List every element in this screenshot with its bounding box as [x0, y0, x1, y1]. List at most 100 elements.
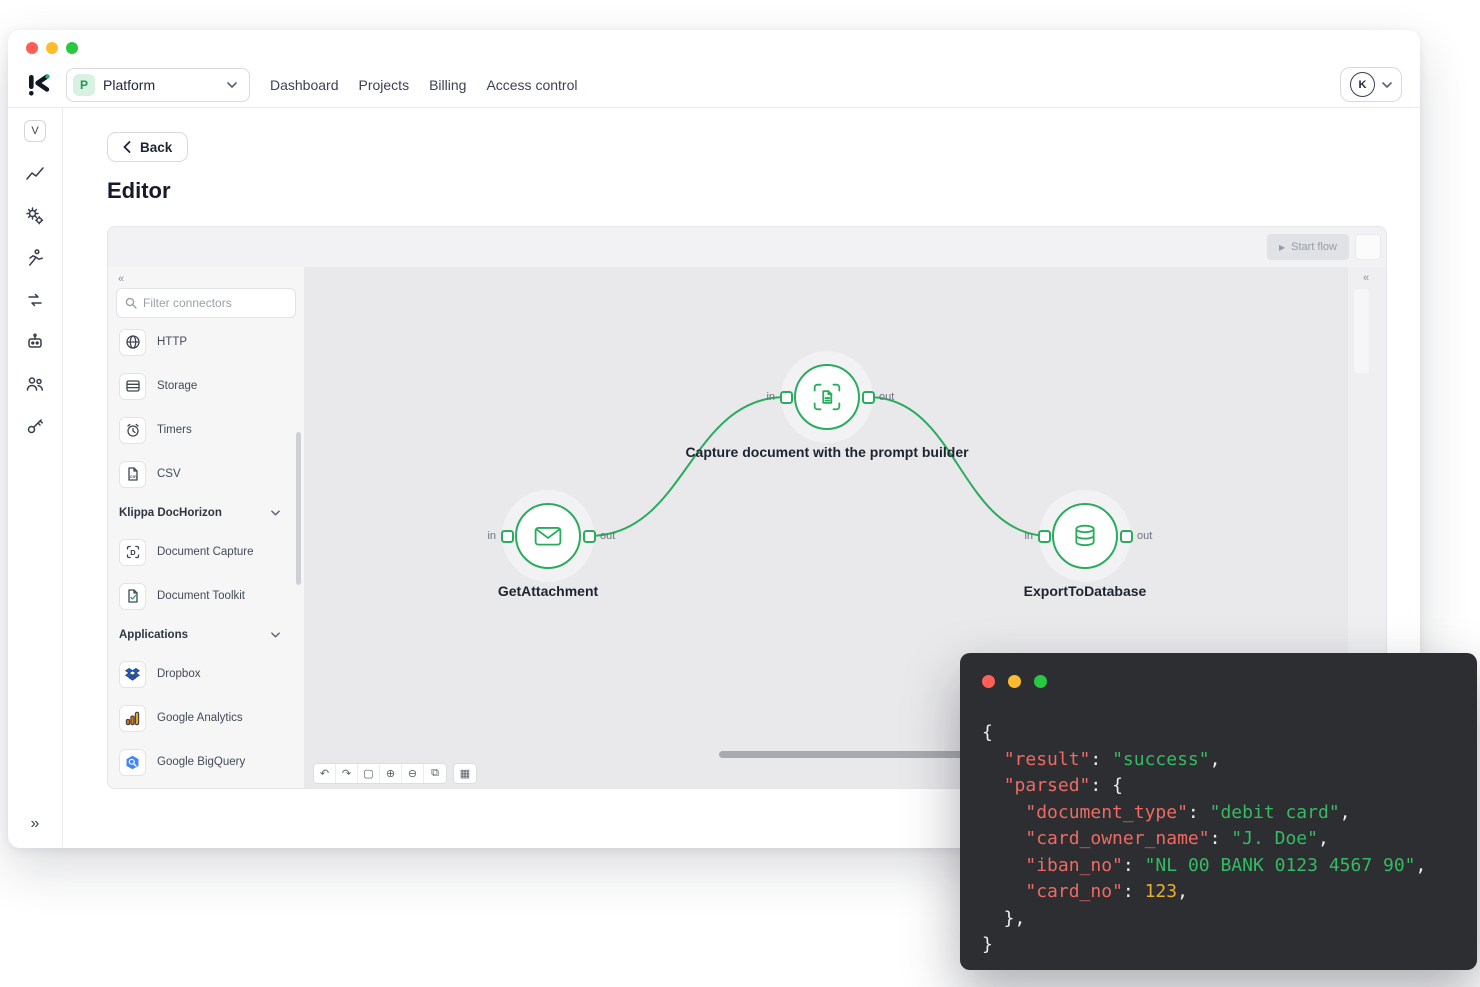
server-icon	[119, 373, 146, 400]
robot-icon[interactable]	[25, 332, 45, 352]
nav-item-access-control[interactable]: Access control	[486, 77, 577, 93]
document-check-icon	[119, 583, 146, 610]
port-in-label: in	[487, 530, 496, 542]
close-window-button[interactable]	[26, 42, 38, 54]
connector-item-csv[interactable]: CSV CSV	[116, 452, 296, 496]
zoom-in-icon[interactable]: ⊕	[380, 764, 402, 783]
window-titlebar	[8, 30, 1420, 54]
swap-arrows-icon[interactable]	[25, 290, 45, 310]
node-get-attachment[interactable]: in out GetAttachment	[515, 503, 581, 569]
port-in-label: in	[766, 391, 775, 403]
node-capture-document[interactable]: in out Capture document with the prompt …	[794, 364, 860, 430]
copy-icon[interactable]: ⧉	[424, 764, 446, 783]
klippa-logo[interactable]	[26, 72, 54, 98]
undo-icon[interactable]: ↶	[314, 764, 336, 783]
key-icon[interactable]	[25, 416, 45, 436]
node-label: Capture document with the prompt builder	[685, 444, 968, 460]
connectors-scrollbar[interactable]	[296, 432, 301, 585]
chevron-down-icon	[271, 632, 280, 638]
version-badge[interactable]: V	[24, 120, 46, 142]
zoom-out-icon[interactable]: ⊖	[402, 764, 424, 783]
workspace-selector[interactable]: P Platform	[66, 68, 250, 102]
minimize-window-button[interactable]	[46, 42, 58, 54]
connector-item-partial[interactable]	[116, 784, 296, 788]
line-chart-icon[interactable]	[25, 164, 45, 184]
port-out-label: out	[600, 530, 615, 542]
svg-text:CSV: CSV	[129, 474, 138, 479]
play-icon: ▶	[1279, 243, 1285, 252]
connector-item-dropbox[interactable]: Dropbox	[116, 652, 296, 696]
fit-view-icon[interactable]: ▢	[358, 764, 380, 783]
connector-item-document-toolkit[interactable]: Document Toolkit	[116, 574, 296, 618]
back-button[interactable]: Back	[107, 132, 188, 162]
section-label: Klippa DocHorizon	[119, 507, 222, 519]
maximize-window-button[interactable]	[1034, 675, 1047, 688]
connector-item-timers[interactable]: Timers	[116, 408, 296, 452]
workspace-label: Platform	[103, 77, 219, 93]
node-input-port[interactable]	[780, 391, 793, 404]
connector-label: Storage	[157, 380, 197, 392]
csv-file-icon: CSV	[119, 461, 146, 488]
section-applications[interactable]: Applications	[116, 618, 296, 652]
scan-document-icon	[812, 382, 842, 412]
sidebar-expand-button[interactable]: »	[31, 815, 40, 833]
user-menu[interactable]: K	[1340, 67, 1402, 102]
users-icon[interactable]	[25, 374, 45, 394]
maximize-window-button[interactable]	[66, 42, 78, 54]
flow-toolbar: ▶ Start flow	[108, 227, 1386, 267]
nav-item-billing[interactable]: Billing	[429, 77, 466, 93]
start-flow-label: Start flow	[1291, 241, 1337, 253]
dropbox-icon	[119, 661, 146, 688]
connector-item-storage[interactable]: Storage	[116, 364, 296, 408]
svg-text:D: D	[130, 548, 136, 557]
right-panel-scroll-area	[1354, 289, 1369, 373]
node-circle[interactable]	[1052, 503, 1118, 569]
connector-item-http[interactable]: HTTP	[116, 320, 296, 364]
start-flow-button[interactable]: ▶ Start flow	[1267, 234, 1349, 260]
minimize-window-button[interactable]	[1008, 675, 1021, 688]
connector-label: CSV	[157, 468, 181, 480]
envelope-icon	[534, 525, 562, 547]
node-output-port[interactable]	[583, 530, 596, 543]
section-klippa-dochorizon[interactable]: Klippa DocHorizon	[116, 496, 296, 530]
connector-label: HTTP	[157, 336, 187, 348]
connector-list: HTTP Storage	[116, 320, 296, 788]
collapse-left-panel-button[interactable]: «	[116, 273, 296, 285]
section-label: Applications	[119, 629, 188, 641]
table-view-icon[interactable]: ▦	[454, 764, 476, 783]
node-output-port[interactable]	[862, 391, 875, 404]
page-title: Editor	[107, 178, 1420, 204]
search-icon	[125, 297, 137, 309]
connector-item-google-bigquery[interactable]: Google BigQuery	[116, 740, 296, 784]
node-label: GetAttachment	[498, 583, 598, 599]
nav-item-dashboard[interactable]: Dashboard	[270, 77, 339, 93]
chevron-down-icon	[227, 82, 237, 88]
collapse-right-panel-button[interactable]: «	[1361, 272, 1369, 284]
terminal-code: { "result": "success", "parsed": { "docu…	[982, 720, 1477, 959]
node-circle[interactable]	[515, 503, 581, 569]
connector-label: Google BigQuery	[157, 756, 245, 768]
node-input-port[interactable]	[501, 530, 514, 543]
connector-item-document-capture[interactable]: D Document Capture	[116, 530, 296, 574]
terminal-window: { "result": "success", "parsed": { "docu…	[960, 653, 1477, 970]
node-output-port[interactable]	[1120, 530, 1133, 543]
runner-icon[interactable]	[25, 248, 45, 268]
workspace-badge: P	[73, 74, 95, 96]
filter-connectors-input[interactable]	[143, 296, 287, 310]
close-window-button[interactable]	[982, 675, 995, 688]
main-navigation: Dashboard Projects Billing Access contro…	[270, 77, 577, 93]
node-circle[interactable]	[794, 364, 860, 430]
avatar: K	[1350, 72, 1375, 97]
node-input-port[interactable]	[1038, 530, 1051, 543]
redo-icon[interactable]: ↷	[336, 764, 358, 783]
panel-toggle-button[interactable]	[1355, 234, 1381, 260]
connector-label: Document Toolkit	[157, 590, 245, 602]
connector-item-google-analytics[interactable]: Google Analytics	[116, 696, 296, 740]
nav-item-projects[interactable]: Projects	[359, 77, 410, 93]
globe-icon	[119, 329, 146, 356]
gears-icon[interactable]	[25, 206, 45, 226]
alarm-clock-icon	[119, 417, 146, 444]
canvas-horizontal-scrollbar[interactable]	[719, 751, 971, 758]
back-label: Back	[140, 140, 172, 155]
node-export-to-database[interactable]: in out ExportToDatabase	[1052, 503, 1118, 569]
